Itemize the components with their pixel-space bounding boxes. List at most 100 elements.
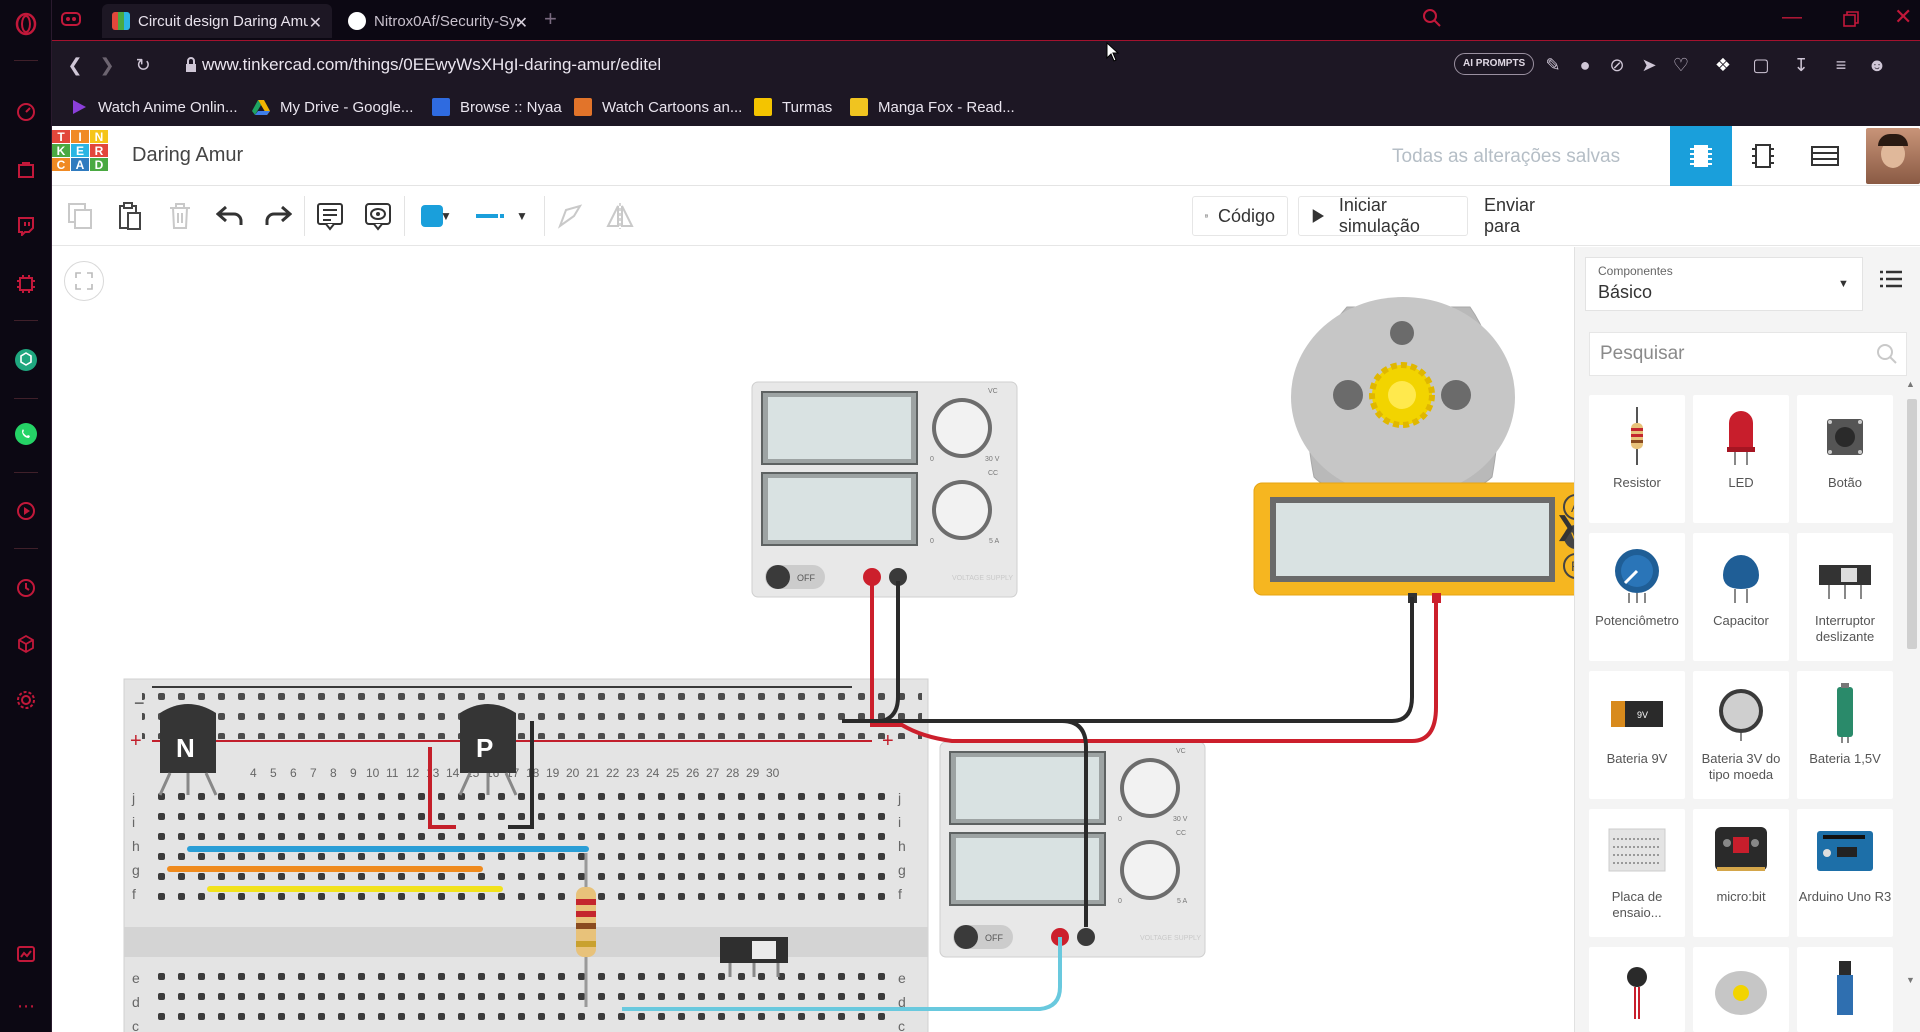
slide-switch[interactable] [720, 937, 788, 977]
shopping-bag-icon[interactable] [12, 155, 40, 183]
bookmark-item[interactable]: Manga Fox - Read... [850, 96, 1015, 118]
minimize-button[interactable]: — [1782, 6, 1802, 29]
search-tabs-icon[interactable] [1422, 8, 1442, 28]
forward-icon[interactable]: ❯ [96, 54, 118, 76]
paste-icon[interactable] [112, 198, 148, 234]
extensions-icon[interactable]: ❖ [1712, 54, 1734, 76]
component-list-view-button[interactable] [1794, 126, 1856, 186]
chatgpt-icon[interactable] [12, 346, 40, 374]
copy-icon[interactable] [62, 198, 98, 234]
component-breadboard-small[interactable]: Placa de ensaio... [1589, 809, 1685, 937]
power-supply-2[interactable]: 0 30 V VC 0 5 A CC OFF VOLTAGE SUPPLY [939, 741, 1206, 958]
url-field[interactable]: www.tinkercad.com/things/0EEwyWsXHgI-dar… [202, 50, 1302, 80]
new-tab-button[interactable]: + [544, 6, 557, 32]
close-tab-icon[interactable]: ✕ [515, 13, 528, 33]
undo-icon[interactable] [212, 198, 248, 234]
component-partial-3[interactable] [1797, 947, 1893, 1032]
opera-logo-icon[interactable] [12, 10, 40, 38]
component-arduino-uno[interactable]: Arduino Uno R3 [1797, 809, 1893, 937]
circuit-view-button[interactable] [1670, 126, 1732, 186]
workspaces-icon[interactable] [60, 10, 82, 28]
profile-icon[interactable]: ☻ [1866, 54, 1888, 76]
bookmark-item[interactable]: Browse :: Nyaa [432, 96, 562, 118]
svg-text:11: 11 [386, 766, 399, 780]
send-icon[interactable]: ➤ [1638, 54, 1660, 76]
component-microbit[interactable]: micro:bit [1693, 809, 1789, 937]
camera-icon[interactable]: ● [1574, 54, 1596, 76]
history-icon[interactable] [12, 574, 40, 602]
code-button[interactable]: Código [1192, 196, 1288, 236]
bookmark-item[interactable]: Turmas [754, 96, 832, 118]
multimeter[interactable]: A V R [1253, 482, 1574, 603]
delete-icon[interactable] [162, 198, 198, 234]
chevron-down-icon[interactable]: ▼ [436, 198, 456, 234]
circuit-canvas[interactable]: 0 30 V VC 0 5 A CC OFF VOLTAGE SUPPLY 0 … [52, 247, 1574, 1032]
easy-setup-icon[interactable]: ≡ [1830, 54, 1852, 76]
list-view-icon[interactable] [1879, 269, 1903, 294]
component-partial-2[interactable] [1693, 947, 1789, 1032]
search-input[interactable] [1600, 333, 1860, 375]
design-title[interactable]: Daring Amur [132, 144, 243, 167]
component-slide-switch[interactable]: Interruptor deslizante [1797, 533, 1893, 661]
block-icon[interactable]: ⊘ [1606, 54, 1628, 76]
settings-gear-icon[interactable] [12, 686, 40, 714]
component-battery-aa[interactable]: Bateria 1,5V [1797, 671, 1893, 799]
ai-prompts-button[interactable]: AI PROMPTS [1454, 53, 1535, 75]
breadboard[interactable]: − + + 4 5 6 7 8 9 10 11 12 13 14 15 16 1… [123, 678, 929, 1032]
restore-button[interactable] [1842, 10, 1860, 28]
svg-text:e: e [132, 970, 140, 986]
component-led[interactable]: LED [1693, 395, 1789, 523]
speed-dial-icon[interactable] [12, 98, 40, 126]
component-battery-9v[interactable]: 9V Bateria 9V [1589, 671, 1685, 799]
supply-cc-label: CC [1176, 830, 1186, 837]
visibility-icon[interactable] [360, 198, 396, 234]
chevron-down-icon[interactable]: ▼ [512, 198, 532, 234]
tinkercad-logo[interactable]: T I N K E R C A D [52, 130, 108, 182]
tab-circuit-design[interactable]: Circuit design Daring Amur ✕ [102, 4, 332, 38]
close-window-button[interactable]: ✕ [1894, 4, 1912, 30]
start-simulation-button[interactable]: Iniciar simulação [1298, 195, 1468, 236]
player-icon[interactable] [12, 497, 40, 525]
rotate-icon[interactable] [552, 198, 588, 234]
cube-icon[interactable] [12, 630, 40, 658]
whatsapp-icon[interactable] [12, 420, 40, 448]
bookmark-item[interactable]: My Drive - Google... [252, 96, 413, 118]
edit-icon[interactable]: ✎ [1542, 54, 1564, 76]
component-coin-battery[interactable]: Bateria 3V do tipo moeda [1693, 671, 1789, 799]
power-supply-1[interactable]: 0 30 V VC 0 5 A CC OFF VOLTAGE SUPPLY [751, 381, 1018, 598]
chip-icon[interactable] [12, 270, 40, 298]
dc-motor[interactable] [1291, 297, 1515, 498]
components-dropdown[interactable]: Componentes Básico ▼ [1585, 257, 1863, 311]
bookmark-item[interactable]: Watch Cartoons an... [574, 96, 742, 118]
avatar[interactable] [1866, 128, 1920, 184]
notes-icon[interactable] [312, 198, 348, 234]
heart-icon[interactable]: ♡ [1670, 54, 1692, 76]
twitch-icon[interactable] [12, 212, 40, 240]
flip-icon[interactable] [602, 198, 638, 234]
back-icon[interactable]: ❮ [64, 54, 86, 76]
tab-github[interactable]: Nitrox0Af/Security-System ✕ [338, 4, 538, 38]
wire-color-icon[interactable] [470, 198, 510, 234]
search-icon[interactable] [1876, 343, 1898, 370]
send-to-button[interactable]: Enviar para [1472, 195, 1568, 236]
component-potentiometer[interactable]: Potenciômetro [1589, 533, 1685, 661]
arduino-icon [1817, 831, 1873, 871]
bookmark-item[interactable]: Watch Anime Onlin... [70, 96, 238, 118]
box-icon[interactable]: ▢ [1750, 54, 1772, 76]
component-resistor[interactable]: Resistor [1589, 395, 1685, 523]
more-options-icon[interactable]: ⋯ [12, 992, 40, 1020]
circuit-workspace[interactable]: 0 30 V VC 0 5 A CC OFF VOLTAGE SUPPLY 0 … [52, 247, 1574, 1032]
component-search[interactable] [1589, 332, 1907, 376]
component-partial-1[interactable] [1589, 947, 1685, 1032]
redo-icon[interactable] [260, 198, 296, 234]
component-button[interactable]: Botão [1797, 395, 1893, 523]
browser-sidebar: ⋯ [0, 0, 52, 1032]
easy-setup-icon[interactable] [12, 940, 40, 968]
collapse-panel-icon[interactable]: ❯ [1555, 511, 1577, 542]
reload-icon[interactable]: ↻ [132, 54, 154, 76]
close-tab-icon[interactable]: ✕ [309, 13, 322, 33]
download-icon[interactable]: ↧ [1790, 54, 1812, 76]
component-capacitor[interactable]: Capacitor [1693, 533, 1789, 661]
schematic-view-button[interactable] [1732, 126, 1794, 186]
panel-scrollbar[interactable]: ▲ ▼ [1905, 379, 1919, 989]
